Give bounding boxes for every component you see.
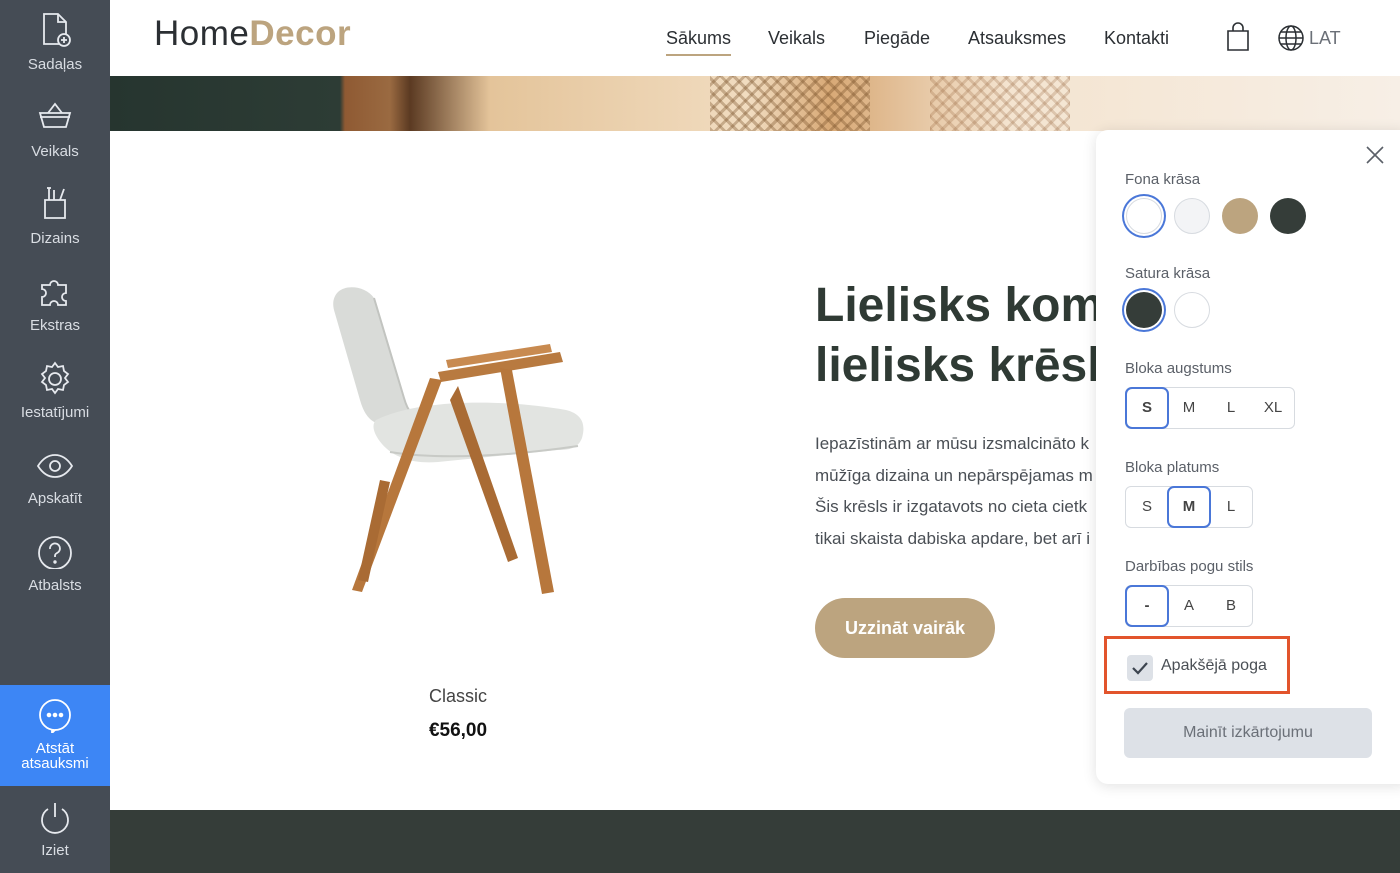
- bg-color-swatch-dark-green[interactable]: [1270, 198, 1306, 234]
- block-height-label: Bloka augstums: [1125, 360, 1232, 377]
- sidebar-item-sections[interactable]: Sadaļas: [0, 4, 110, 90]
- bg-color-swatch-tan[interactable]: [1222, 198, 1258, 234]
- nav-contacts[interactable]: Kontakti: [1104, 28, 1169, 49]
- description-line: Iepazīstinām ar mūsu izsmalcināto k: [815, 434, 1089, 453]
- height-option-s[interactable]: S: [1125, 387, 1169, 429]
- nav-shop[interactable]: Veikals: [768, 28, 825, 49]
- learn-more-button[interactable]: Uzzināt vairāk: [815, 598, 995, 658]
- button-style-selector: - A B: [1125, 585, 1253, 627]
- width-option-l[interactable]: L: [1210, 487, 1252, 527]
- nav-delivery[interactable]: Piegāde: [864, 28, 930, 49]
- shopping-bag-icon[interactable]: [1226, 22, 1250, 52]
- button-style-label: Darbības pogu stils: [1125, 558, 1254, 575]
- bottom-button-option: Apakšējā poga: [1104, 636, 1290, 694]
- button-style-option-a[interactable]: A: [1168, 586, 1210, 626]
- background-color-label: Fona krāsa: [1125, 171, 1201, 188]
- chat-bubble-icon: [39, 699, 71, 733]
- gear-icon: [40, 361, 70, 395]
- site-header: HomeDecor Sākums Veikals Piegāde Atsauks…: [110, 0, 1400, 76]
- feedback-label-line1: Atstāt: [35, 740, 75, 757]
- description-line: Šis krēsls ir izgatavots no cieta cietk: [815, 497, 1088, 516]
- hero-image: [110, 76, 1400, 131]
- sidebar-label: Iestatījumi: [20, 404, 90, 421]
- block-settings-panel: Fona krāsa Satura krāsa Bloka augstums S…: [1096, 130, 1400, 784]
- sidebar-label: Apskatīt: [27, 490, 83, 507]
- content-color-swatch-dark[interactable]: [1126, 292, 1162, 328]
- block-width-label: Bloka platums: [1125, 459, 1220, 476]
- hero-cane-texture: [710, 76, 870, 131]
- exit-label: Iziet: [41, 842, 69, 859]
- headline-line: lielisks krēsls: [815, 339, 1115, 392]
- help-icon: [38, 536, 72, 569]
- block-width-selector: S M L: [1125, 486, 1253, 528]
- change-layout-button[interactable]: Mainīt izkārtojumu: [1124, 708, 1372, 758]
- leave-feedback-button[interactable]: Atstāt atsauksmi: [0, 685, 110, 786]
- button-style-option-none[interactable]: -: [1125, 585, 1169, 627]
- sidebar-label: Sadaļas: [27, 56, 83, 73]
- height-option-xl[interactable]: XL: [1252, 388, 1294, 428]
- sidebar: Sadaļas Veikals Dizains Ekstras Iestatīj…: [0, 0, 110, 873]
- sidebar-label: Atbalsts: [28, 577, 82, 594]
- sidebar-item-settings[interactable]: Iestatījumi: [0, 352, 110, 438]
- close-icon[interactable]: [1364, 144, 1386, 166]
- width-option-m[interactable]: M: [1167, 486, 1211, 528]
- logo-text-decor: Decor: [249, 14, 352, 53]
- sidebar-item-extras[interactable]: Ekstras: [0, 265, 110, 351]
- sidebar-label: Veikals: [31, 143, 79, 160]
- product-price: €56,00: [428, 720, 488, 741]
- bg-color-swatch-light-gray[interactable]: [1174, 198, 1210, 234]
- footer-section: [110, 810, 1400, 873]
- feedback-label-line2: atsauksmi: [21, 755, 89, 772]
- headline-line: Lielisks komfo: [815, 279, 1115, 332]
- exit-button[interactable]: Iziet: [0, 790, 110, 873]
- eye-icon: [36, 454, 74, 478]
- bottom-button-label[interactable]: Apakšējā poga: [1161, 657, 1267, 675]
- height-option-l[interactable]: L: [1210, 388, 1252, 428]
- sidebar-item-support[interactable]: Atbalsts: [0, 525, 110, 611]
- power-icon: [41, 803, 69, 834]
- product-name[interactable]: Classic: [380, 686, 536, 707]
- content-color-swatch-white[interactable]: [1174, 292, 1210, 328]
- design-tools-icon: [44, 187, 66, 219]
- description-line: tikai skaista dabiska apdare, bet arī i: [815, 528, 1090, 548]
- puzzle-icon: [41, 280, 67, 306]
- width-option-s[interactable]: S: [1126, 487, 1168, 527]
- globe-icon[interactable]: [1277, 24, 1305, 52]
- sidebar-item-preview[interactable]: Apskatīt: [0, 438, 110, 524]
- section-headline: Lielisks komfo lielisks krēsls: [815, 276, 1115, 396]
- sidebar-item-design[interactable]: Dizains: [0, 178, 110, 264]
- armchair-image: [333, 287, 584, 594]
- button-style-option-b[interactable]: B: [1210, 586, 1252, 626]
- checkmark-icon: [1132, 662, 1148, 675]
- block-height-selector: S M L XL: [1125, 387, 1295, 429]
- basket-icon: [38, 102, 72, 128]
- add-page-icon: [43, 13, 71, 47]
- section-description: Iepazīstinām ar mūsu izsmalcināto k mūžī…: [815, 428, 1099, 554]
- feedback-label: Atstāt atsauksmi: [0, 741, 110, 771]
- description-line: mūžīga dizaina un nepārspējamas m: [815, 465, 1093, 485]
- sidebar-item-shop[interactable]: Veikals: [0, 91, 110, 177]
- height-option-m[interactable]: M: [1168, 388, 1210, 428]
- bottom-button-checkbox[interactable]: [1127, 655, 1153, 681]
- logo-text-home: Home: [154, 14, 250, 53]
- sidebar-label: Ekstras: [29, 317, 80, 334]
- sidebar-label: Dizains: [30, 230, 80, 247]
- bg-color-swatch-white[interactable]: [1126, 198, 1162, 234]
- content-color-label: Satura krāsa: [1125, 265, 1211, 282]
- nav-home[interactable]: Sākums: [666, 28, 732, 56]
- language-selector[interactable]: LAT: [1309, 28, 1341, 49]
- nav-reviews[interactable]: Atsauksmes: [968, 28, 1066, 49]
- logo[interactable]: HomeDecor: [154, 14, 351, 54]
- hero-cane-texture: [930, 76, 1070, 131]
